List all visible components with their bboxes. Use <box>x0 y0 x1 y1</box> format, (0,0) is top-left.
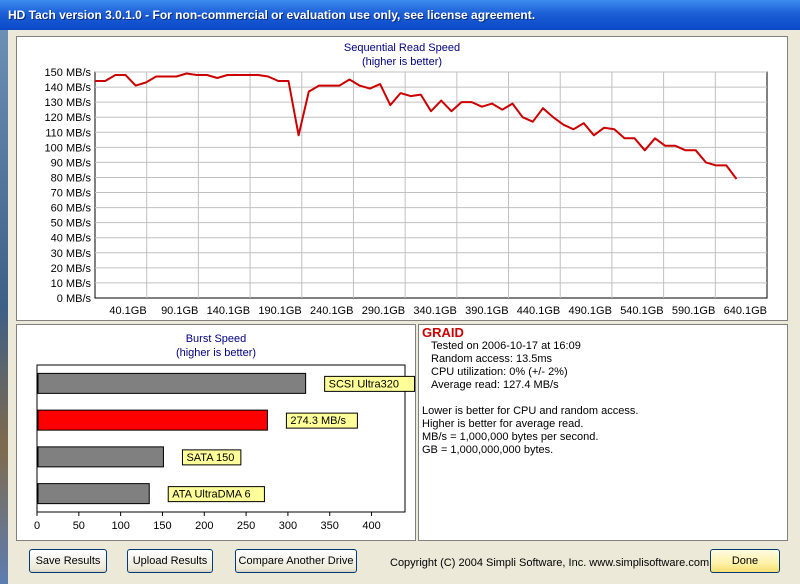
results-panel: GRAID Tested on 2006-10-17 at 16:09 Rand… <box>418 324 788 541</box>
burst-speed-panel: Burst Speed (higher is better) 0 50 100 150… <box>16 324 416 541</box>
x-tick-label: 340.1GB <box>413 305 456 317</box>
burst-x-tick-label: 200 <box>195 520 213 532</box>
window-title: HD Tach version 3.0.1.0 - For non-commer… <box>8 8 536 22</box>
average-read: Average read: 127.4 MB/s <box>431 379 559 391</box>
y-tick-label: 20 MB/s <box>51 263 92 275</box>
drive-name: GRAID <box>422 325 464 340</box>
burst-bar-label: 274.3 MB/s <box>290 415 346 427</box>
x-tick-label: 40.1GB <box>109 305 146 317</box>
x-tick-label: 240.1GB <box>310 305 353 317</box>
y-tick-label: 40 MB/s <box>51 233 92 245</box>
y-tick-label: 90 MB/s <box>51 157 92 169</box>
burst-x-tick-label: 50 <box>73 520 85 532</box>
x-tick-label: 490.1GB <box>569 305 612 317</box>
plot-area <box>94 71 768 299</box>
burst-x-tick-label: 300 <box>279 520 297 532</box>
burst-bar <box>37 446 164 468</box>
y-tick-label: 130 MB/s <box>45 97 92 109</box>
note-cpu: Lower is better for CPU and random acces… <box>422 405 639 417</box>
burst-x-tick-label: 350 <box>321 520 339 532</box>
burst-bar <box>37 483 150 505</box>
title-bar: HD Tach version 3.0.1.0 - For non-commer… <box>0 0 800 30</box>
x-tick-label: 590.1GB <box>672 305 715 317</box>
burst-speed-chart: 0 50 100 150 200 250 300 350 400 SCSI Ultra320 274… <box>34 364 415 532</box>
random-access: Random access: 13.5ms <box>431 353 553 365</box>
sequential-read-chart: 0 MB/s 10 MB/s 20 MB/s 30 MB/s 40 MB/s 50 MB/… <box>45 67 768 317</box>
x-tick-label: 90.1GB <box>161 305 198 317</box>
y-tick-label: 0 MB/s <box>57 293 92 305</box>
y-tick-label: 140 MB/s <box>45 82 92 94</box>
burst-x-tick-label: 150 <box>153 520 171 532</box>
desktop-edge <box>0 30 8 584</box>
save-results-button[interactable]: Save Results <box>29 549 107 573</box>
y-tick-label: 60 MB/s <box>51 203 92 215</box>
x-tick-label: 190.1GB <box>258 305 301 317</box>
y-tick-label: 120 MB/s <box>45 112 92 124</box>
x-tick-label: 390.1GB <box>465 305 508 317</box>
y-tick-label: 80 MB/s <box>51 172 92 184</box>
y-tick-label: 110 MB/s <box>45 127 91 139</box>
note-average: Higher is better for average read. <box>422 418 584 430</box>
compare-drive-button[interactable]: Compare Another Drive <box>235 549 357 573</box>
burst-bar <box>37 409 268 431</box>
sequential-read-panel: Sequential Read Speed (higher is better)… <box>16 36 788 321</box>
burst-bar-label: SCSI Ultra320 <box>329 378 399 390</box>
burst-x-tick-label: 100 <box>111 520 129 532</box>
tested-on: Tested on 2006-10-17 at 16:09 <box>431 340 581 352</box>
x-tick-label: 640.1GB <box>724 305 767 317</box>
burst-x-tick-label: 0 <box>34 520 40 532</box>
x-tick-label: 290.1GB <box>362 305 405 317</box>
y-tick-label: 50 MB/s <box>51 218 92 230</box>
copyright: Copyright (C) 2004 Simpli Software, Inc.… <box>390 557 710 569</box>
y-tick-label: 30 MB/s <box>51 248 92 260</box>
burst-bar <box>37 372 307 394</box>
note-gb: GB = 1,000,000,000 bytes. <box>422 444 554 456</box>
burst-x-tick-label: 250 <box>237 520 255 532</box>
upload-results-button[interactable]: Upload Results <box>127 549 213 573</box>
y-tick-label: 70 MB/s <box>51 188 92 200</box>
done-button[interactable]: Done <box>710 549 780 573</box>
cpu-utilization: CPU utilization: 0% (+/- 2%) <box>431 366 568 378</box>
x-tick-label: 140.1GB <box>207 305 250 317</box>
note-mbs: MB/s = 1,000,000 bytes per second. <box>422 431 599 443</box>
burst-bar-label: ATA UltraDMA 6 <box>172 489 250 501</box>
burst-x-tick-label: 400 <box>362 520 380 532</box>
y-tick-label: 150 MB/s <box>45 67 92 79</box>
y-tick-label: 100 MB/s <box>45 142 92 154</box>
x-tick-label: 440.1GB <box>517 305 560 317</box>
x-tick-label: 540.1GB <box>620 305 663 317</box>
y-tick-label: 10 MB/s <box>51 278 92 290</box>
burst-bar-label: SATA 150 <box>186 452 234 464</box>
